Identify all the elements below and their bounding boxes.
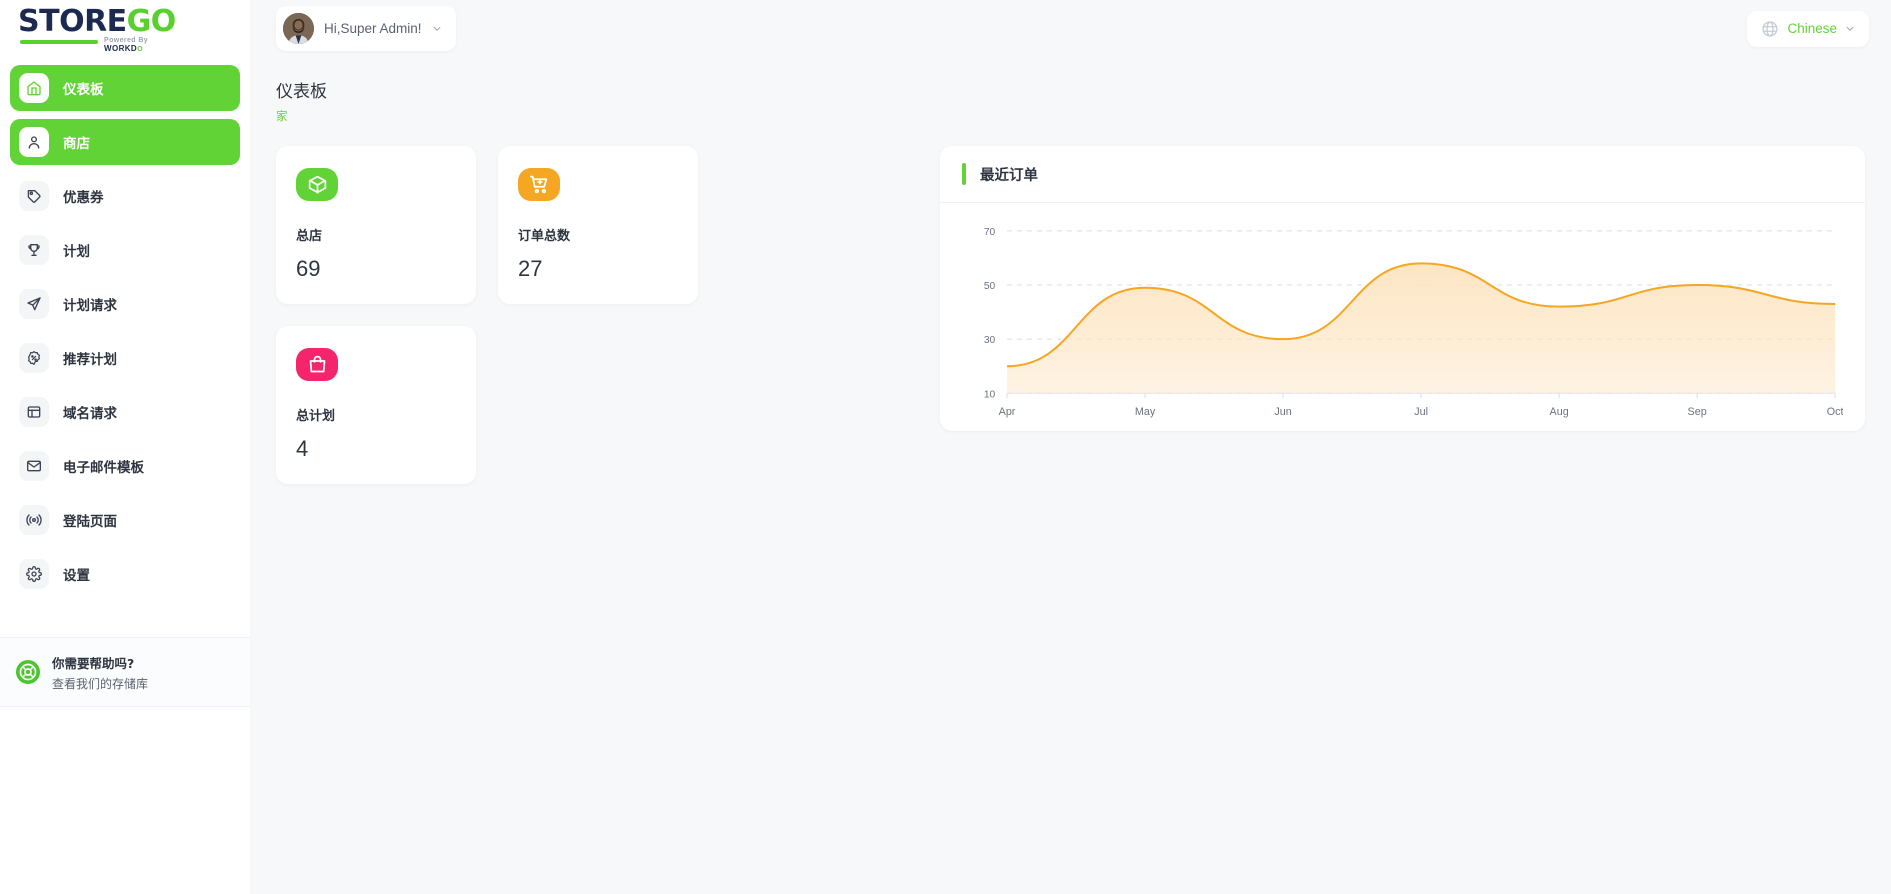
stat-value: 27 bbox=[518, 256, 543, 281]
globe-icon bbox=[1762, 20, 1779, 37]
home-icon bbox=[19, 73, 49, 103]
stat-card-total-stores: 总店 69 bbox=[276, 146, 476, 304]
dashboard-page: STOREGO Powered By WORKDO 仪表板 商店 优惠券 计划 … bbox=[0, 0, 1891, 894]
help-subtitle: 查看我们的存储库 bbox=[52, 676, 149, 691]
dashboard-row: 总店 69 订单总数 27 总计划 4 最近订单 10 30 50 70 Apr… bbox=[276, 146, 1865, 484]
sidebar-item-label: 优惠券 bbox=[63, 190, 104, 206]
help-widget[interactable]: 你需要帮助吗? 查看我们的存储库 bbox=[0, 637, 250, 707]
box-icon bbox=[296, 168, 338, 201]
stat-label: 总店 bbox=[296, 229, 323, 244]
svg-text:Sep: Sep bbox=[1688, 406, 1707, 418]
sidebar-item-settings[interactable]: 设置 bbox=[10, 551, 240, 597]
logo-underline bbox=[20, 39, 98, 44]
sidebar-item-email-template[interactable]: 电子邮件模板 bbox=[10, 443, 240, 489]
stat-card-total-plans: 总计划 4 bbox=[276, 326, 476, 484]
svg-text:50: 50 bbox=[984, 281, 996, 292]
topbar: Hi,Super Admin! Chinese bbox=[250, 0, 1891, 57]
page-title: 仪表板 bbox=[276, 82, 327, 102]
svg-text:10: 10 bbox=[984, 389, 996, 400]
sidebar-item-plan[interactable]: 计划 bbox=[10, 227, 240, 273]
gear-icon bbox=[19, 559, 49, 589]
chevron-down-icon bbox=[1846, 26, 1854, 31]
logo-powered-by: Powered By WORKDO bbox=[104, 37, 178, 53]
sidebar-item-plan-request[interactable]: 计划请求 bbox=[10, 281, 240, 327]
user-icon bbox=[19, 127, 49, 157]
stat-value: 4 bbox=[296, 436, 309, 461]
window-icon bbox=[19, 397, 49, 427]
help-title: 你需要帮助吗? bbox=[52, 655, 135, 671]
sidebar-item-label: 推荐计划 bbox=[63, 352, 117, 368]
user-greeting: Hi,Super Admin! bbox=[324, 21, 422, 36]
lifebuoy-icon bbox=[16, 660, 40, 684]
sidebar-item-landing-page[interactable]: 登陆页面 bbox=[10, 497, 240, 543]
percent-badge-icon bbox=[19, 343, 49, 373]
sidebar-item-label: 计划 bbox=[63, 244, 90, 260]
broadcast-icon bbox=[19, 505, 49, 535]
tag-icon bbox=[19, 181, 49, 211]
svg-text:70: 70 bbox=[984, 227, 996, 238]
envelope-icon bbox=[19, 451, 49, 481]
sidebar-item-store[interactable]: 商店 bbox=[10, 119, 240, 165]
sidebar-item-coupon[interactable]: 优惠券 bbox=[10, 173, 240, 219]
recent-orders-card: 最近订单 10 30 50 70 Apr May Jun Jul Aug Sep Oct bbox=[940, 146, 1865, 431]
svg-text:May: May bbox=[1135, 406, 1156, 418]
main-content: 仪表板 家 总店 69 订单总数 27 总计划 4 最近订单 10 30 50 … bbox=[250, 57, 1891, 894]
stat-card-total-orders: 订单总数 27 bbox=[498, 146, 698, 304]
powered-brand: WORKD bbox=[104, 43, 138, 53]
powered-accent: O bbox=[137, 45, 143, 53]
chart-header: 最近订单 bbox=[940, 146, 1865, 203]
sidebar-item-label: 电子邮件模板 bbox=[63, 460, 144, 476]
trophy-icon bbox=[19, 235, 49, 265]
sidebar-item-label: 商店 bbox=[63, 136, 90, 152]
breadcrumb[interactable]: 家 bbox=[276, 108, 1865, 124]
sidebar-item-domain-request[interactable]: 域名请求 bbox=[10, 389, 240, 435]
svg-text:Apr: Apr bbox=[999, 406, 1016, 418]
accent-bar bbox=[962, 163, 966, 185]
stat-label: 订单总数 bbox=[518, 229, 571, 244]
sidebar-item-dashboard[interactable]: 仪表板 bbox=[10, 65, 240, 111]
logo-text-go: GO bbox=[126, 3, 177, 39]
sidebar-nav: 仪表板 商店 优惠券 计划 计划请求 推荐计划 域名请求 电子邮件模板 登陆页面… bbox=[0, 57, 250, 605]
chevron-down-icon bbox=[433, 26, 440, 31]
svg-text:Jun: Jun bbox=[1274, 406, 1291, 418]
recent-orders-area-chart: 10 30 50 70 Apr May Jun Jul Aug Sep Oct bbox=[984, 227, 1843, 418]
svg-text:Oct: Oct bbox=[1827, 406, 1843, 418]
sidebar: STOREGO Powered By WORKDO 仪表板 商店 优惠券 计划 … bbox=[0, 0, 250, 894]
sidebar-item-label: 仪表板 bbox=[63, 82, 104, 98]
shopping-bag-icon bbox=[296, 348, 338, 381]
sidebar-item-label: 计划请求 bbox=[63, 298, 117, 314]
sidebar-item-label: 域名请求 bbox=[63, 406, 117, 422]
avatar bbox=[283, 13, 314, 44]
svg-text:Jul: Jul bbox=[1414, 406, 1428, 418]
sidebar-item-referral-plan[interactable]: 推荐计划 bbox=[10, 335, 240, 381]
user-menu-button[interactable]: Hi,Super Admin! bbox=[276, 6, 456, 51]
svg-text:30: 30 bbox=[984, 335, 996, 346]
stat-value: 69 bbox=[296, 256, 321, 281]
language-label: Chinese bbox=[1787, 21, 1837, 36]
language-selector[interactable]: Chinese bbox=[1747, 10, 1869, 47]
logo-text-store: STORE bbox=[18, 3, 127, 39]
send-icon bbox=[19, 289, 49, 319]
stat-label: 总计划 bbox=[296, 409, 336, 424]
powered-prefix: Powered By bbox=[104, 36, 149, 44]
cart-plus-icon bbox=[518, 168, 560, 201]
chart-body: 10 30 50 70 Apr May Jun Jul Aug Sep Oct bbox=[940, 203, 1865, 431]
sidebar-item-label: 登陆页面 bbox=[63, 514, 117, 530]
brand-logo[interactable]: STOREGO Powered By WORKDO bbox=[0, 0, 250, 57]
sidebar-item-label: 设置 bbox=[63, 568, 90, 584]
stat-cards: 总店 69 订单总数 27 总计划 4 bbox=[276, 146, 918, 484]
chart-title: 最近订单 bbox=[980, 167, 1038, 184]
svg-text:Aug: Aug bbox=[1550, 406, 1569, 418]
